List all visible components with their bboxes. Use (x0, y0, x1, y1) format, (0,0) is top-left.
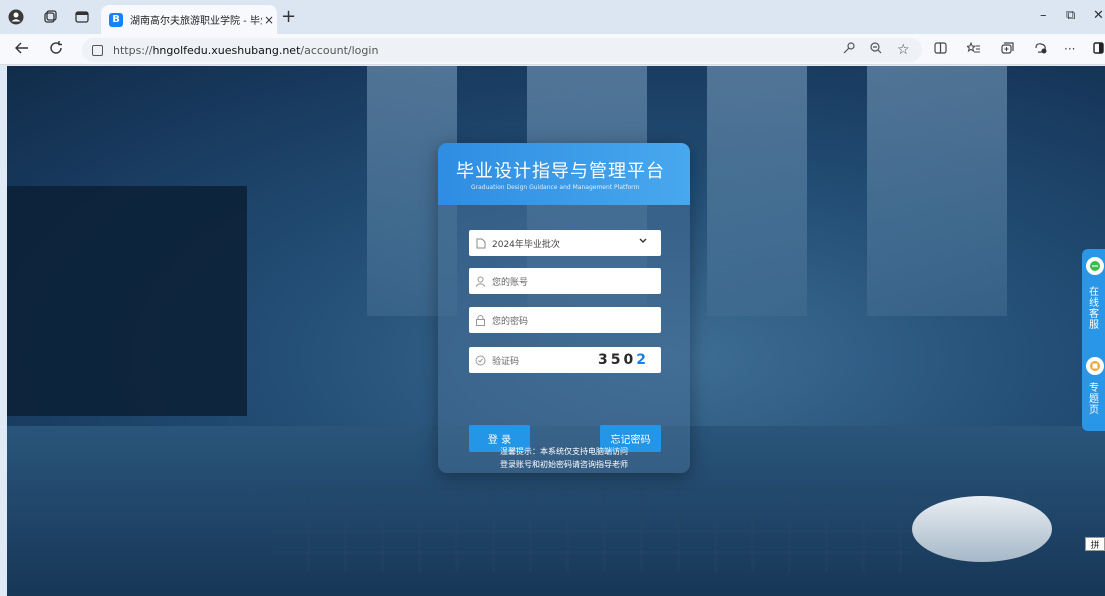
account-placeholder: 您的账号 (492, 277, 529, 288)
chevron-down-icon (639, 237, 647, 247)
workspaces-icon[interactable] (41, 8, 59, 26)
login-card: 毕业设计指导与管理平台 Graduation Design Guidance a… (438, 143, 690, 473)
profile-icon[interactable] (7, 8, 25, 26)
refresh-icon[interactable] (48, 40, 64, 60)
address-bar-row: https://hngolfedu.xueshubang.net/account… (0, 34, 1105, 65)
captcha-image[interactable]: 3502 (598, 352, 649, 368)
extensions-icon[interactable] (1034, 42, 1047, 57)
tab-close-icon[interactable]: × (264, 13, 274, 27)
floating-service-bar: 在线客服 专题页 (1082, 249, 1105, 431)
active-tab[interactable]: B 湖南高尔夫旅游职业学院 - 毕业设 × (101, 5, 277, 34)
batch-select[interactable]: 2024年毕业批次 (469, 230, 661, 256)
batch-select-value: 2024年毕业批次 (492, 239, 560, 250)
key-icon[interactable] (843, 42, 855, 57)
background-keyboard (273, 488, 913, 572)
more-menu-icon[interactable]: ··· (1064, 42, 1075, 56)
background-mouse (912, 496, 1052, 562)
lock-icon (475, 314, 486, 326)
captcha-input[interactable]: 验证码 3502 (469, 347, 661, 373)
account-input[interactable]: 您的账号 (469, 268, 661, 294)
login-card-header: 毕业设计指导与管理平台 Graduation Design Guidance a… (438, 143, 690, 205)
browser-tab-bar: B 湖南高尔夫旅游职业学院 - 毕业设 × + – ⧉ ✕ (0, 0, 1105, 34)
zoom-icon[interactable] (870, 42, 882, 57)
split-screen-icon[interactable] (934, 42, 947, 57)
document-icon (475, 238, 486, 249)
minimize-button[interactable]: – (1040, 8, 1047, 23)
url-field[interactable]: https://hngolfedu.xueshubang.net/account… (82, 38, 922, 62)
lock-icon (92, 44, 103, 56)
favorites-list-icon[interactable] (965, 41, 980, 57)
platform-title: 毕业设计指导与管理平台 (456, 161, 665, 182)
sidebar-toggle-icon[interactable] (1093, 42, 1104, 57)
platform-subtitle: Graduation Design Guidance and Managemen… (471, 184, 640, 191)
online-service-label[interactable]: 在线客服 (1088, 287, 1100, 331)
tab-actions-icon[interactable] (73, 8, 91, 26)
back-icon[interactable] (14, 40, 30, 60)
close-window-button[interactable]: ✕ (1093, 8, 1104, 23)
background-window (707, 66, 807, 316)
restore-button[interactable]: ⧉ (1066, 8, 1075, 23)
shield-check-icon (475, 355, 486, 366)
topic-book-icon[interactable] (1086, 357, 1104, 375)
notice-line-2: 登录账号和初始密码请咨询指导老师 (500, 460, 628, 469)
site-favicon-icon: B (109, 12, 123, 27)
chat-bubble-icon[interactable] (1086, 257, 1104, 275)
password-input[interactable]: 您的密码 (469, 307, 661, 333)
background-window (867, 66, 1007, 316)
tab-title: 湖南高尔夫旅游职业学院 - 毕业设 (130, 16, 262, 27)
new-tab-button[interactable]: + (281, 6, 296, 27)
favorite-star-icon[interactable]: ☆ (897, 42, 910, 58)
user-icon (475, 276, 486, 287)
password-placeholder: 您的密码 (492, 316, 529, 327)
topic-page-label[interactable]: 专题页 (1088, 383, 1100, 416)
notice-line-1: 温馨提示：本系统仅支持电脑端访问 (500, 447, 628, 456)
url-text: https://hngolfedu.xueshubang.net/account… (113, 43, 379, 57)
captcha-placeholder: 验证码 (492, 356, 520, 367)
ime-indicator[interactable]: 拼 (1085, 537, 1105, 551)
collections-icon[interactable] (1001, 42, 1014, 57)
background-laptop (7, 186, 247, 416)
